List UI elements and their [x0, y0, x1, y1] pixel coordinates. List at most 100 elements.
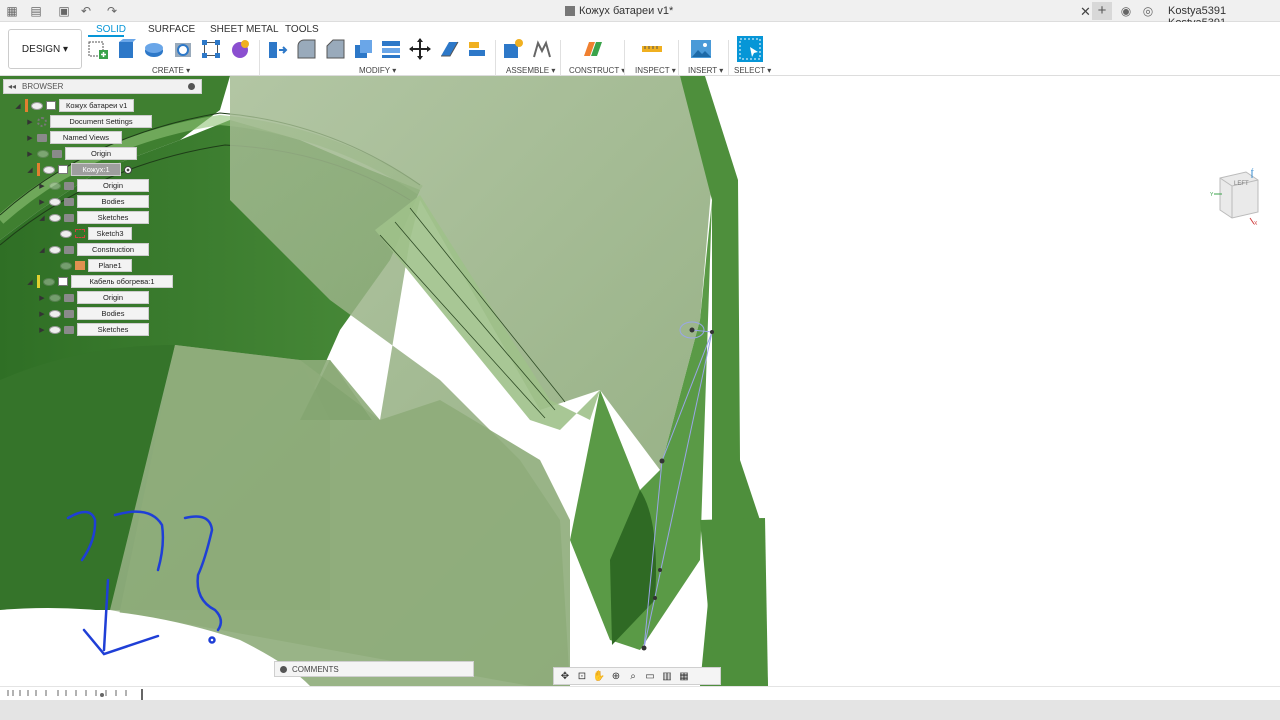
visibility-icon[interactable] — [49, 213, 61, 222]
viewports-icon[interactable]: ▦ — [677, 670, 691, 682]
expand-arrow-icon[interactable]: ▶ — [26, 134, 34, 142]
tree-node-construction[interactable]: ◢ Construction — [38, 243, 149, 256]
help-icon[interactable]: ◎ — [1140, 3, 1156, 19]
press-pull-icon[interactable] — [266, 38, 288, 60]
chamfer-icon[interactable] — [324, 38, 346, 60]
expand-arrow-icon[interactable]: ▶ — [26, 118, 34, 126]
model-canvas[interactable] — [0, 76, 1280, 686]
collapse-arrow-icon[interactable]: ◢ — [26, 278, 34, 286]
expand-arrow-icon[interactable]: ▶ — [38, 326, 46, 334]
create-sketch-icon[interactable] — [87, 38, 109, 60]
tree-node-sketch3[interactable]: Sketch3 — [60, 227, 132, 240]
expand-arrow-icon[interactable]: ▶ — [26, 150, 34, 158]
close-icon[interactable]: ✕ — [1080, 4, 1091, 20]
create-form-icon[interactable] — [229, 38, 251, 60]
zoom-icon[interactable]: ⊕ — [609, 670, 623, 682]
expand-arrow-icon[interactable]: ▶ — [38, 310, 46, 318]
tree-node-sketches[interactable]: ▶ Sketches — [38, 323, 149, 336]
job-status-icon[interactable]: ◉ — [1118, 3, 1134, 19]
combine-icon[interactable] — [380, 38, 402, 60]
undo-icon[interactable]: ↶ — [78, 3, 94, 19]
assemble-group-label[interactable]: ASSEMBLE ▾ — [506, 66, 555, 75]
visibility-icon[interactable] — [60, 229, 72, 238]
comments-panel[interactable]: COMMENTS — [274, 661, 474, 677]
visibility-icon[interactable] — [43, 277, 55, 286]
pattern-icon[interactable] — [200, 38, 222, 60]
tab-surface[interactable]: SURFACE — [148, 24, 195, 35]
sketch-point[interactable] — [659, 458, 665, 464]
document-tab[interactable]: Кожух батареи v1* — [565, 5, 673, 17]
tree-node-plane1[interactable]: Plane1 — [60, 259, 132, 272]
create-group-label[interactable]: CREATE ▾ — [152, 66, 190, 75]
activate-radio[interactable] — [124, 165, 132, 174]
offset-plane-icon[interactable] — [582, 38, 604, 60]
visibility-icon[interactable] — [49, 181, 61, 190]
visibility-icon[interactable] — [49, 325, 61, 334]
collapse-arrow-icon[interactable]: ◢ — [14, 102, 22, 110]
grid-settings-icon[interactable]: ▥ — [660, 670, 674, 682]
modify-group-label[interactable]: MODIFY ▾ — [359, 66, 396, 75]
sketch-point[interactable] — [641, 645, 647, 651]
canvas-viewport[interactable]: LEFT Z Y X — [0, 76, 1280, 686]
extrude-icon[interactable] — [115, 38, 137, 60]
shell-icon[interactable] — [352, 38, 374, 60]
visibility-icon[interactable] — [49, 309, 61, 318]
visibility-icon[interactable] — [49, 197, 61, 206]
tab-tools[interactable]: TOOLS — [285, 24, 319, 35]
collapse-arrow-icon[interactable]: ◢ — [38, 246, 46, 254]
tree-node-root[interactable]: ◢ Кожух батареи v1 — [14, 99, 135, 112]
comments-pin-icon[interactable] — [280, 665, 287, 673]
timeline-controls[interactable] — [6, 688, 166, 700]
timeline-bar[interactable] — [0, 686, 1280, 700]
redo-icon[interactable]: ↷ — [104, 3, 120, 19]
tab-solid[interactable]: SOLID — [96, 24, 126, 35]
sketch-point[interactable] — [710, 330, 714, 334]
tree-node-component-kabel[interactable]: ◢ Кабель обогрева:1 — [26, 275, 173, 288]
browser-header[interactable]: ◂◂ BROWSER — [3, 79, 202, 94]
tree-node-origin[interactable]: ▶ Origin — [38, 291, 149, 304]
measure-icon[interactable] — [641, 38, 663, 60]
tab-sheet-metal[interactable]: SHEET METAL — [210, 24, 279, 35]
construct-group-label[interactable]: CONSTRUCT ▾ — [569, 66, 625, 75]
grid-icon[interactable]: ▦ — [4, 3, 20, 19]
tree-node-bodies[interactable]: ▶ Bodies — [38, 195, 149, 208]
joint-icon[interactable] — [531, 38, 553, 60]
tree-node-origin[interactable]: ▶ Origin — [38, 179, 149, 192]
plus-icon[interactable]: + — [1092, 2, 1112, 20]
insert-image-icon[interactable] — [690, 38, 712, 60]
tree-node-component-kozhukh[interactable]: ◢ Кожух:1 — [26, 163, 132, 176]
tree-node-named-views[interactable]: ▶ Named Views — [26, 131, 122, 144]
revolve-icon[interactable] — [143, 38, 165, 60]
pan-icon[interactable]: ✋ — [592, 670, 606, 682]
fillet-icon[interactable] — [295, 38, 317, 60]
orbit-icon[interactable]: ✥ — [558, 670, 572, 682]
expand-arrow-icon[interactable]: ▶ — [38, 294, 46, 302]
align-icon[interactable] — [466, 38, 488, 60]
collapse-arrow-icon[interactable]: ◢ — [26, 166, 34, 174]
split-body-icon[interactable] — [438, 38, 460, 60]
hole-icon[interactable] — [172, 38, 194, 60]
sketch-point[interactable] — [689, 327, 695, 333]
collapse-icon[interactable]: ◂◂ — [8, 82, 16, 91]
pin-icon[interactable] — [188, 83, 195, 90]
tree-node-origin[interactable]: ▶ Origin — [26, 147, 137, 160]
expand-arrow-icon[interactable]: ▶ — [38, 198, 46, 206]
visibility-icon[interactable] — [31, 101, 43, 110]
look-at-icon[interactable]: ⊡ — [575, 670, 589, 682]
visibility-icon[interactable] — [49, 245, 61, 254]
zoom-window-icon[interactable]: ⌕ — [626, 670, 640, 682]
expand-arrow-icon[interactable]: ▶ — [38, 182, 46, 190]
tree-node-bodies[interactable]: ▶ Bodies — [38, 307, 149, 320]
sketch-point[interactable] — [658, 568, 662, 572]
tree-node-document-settings[interactable]: ▶ Document Settings — [26, 115, 152, 128]
tree-node-sketches[interactable]: ◢ Sketches — [38, 211, 149, 224]
view-cube[interactable]: LEFT Z Y X — [1210, 167, 1266, 227]
inspect-group-label[interactable]: INSPECT ▾ — [635, 66, 676, 75]
visibility-icon[interactable] — [43, 165, 55, 174]
display-settings-icon[interactable]: ▭ — [643, 670, 657, 682]
new-component-icon[interactable] — [502, 38, 524, 60]
visibility-icon[interactable] — [60, 261, 72, 270]
visibility-icon[interactable] — [49, 293, 61, 302]
collapse-arrow-icon[interactable]: ◢ — [38, 214, 46, 222]
visibility-icon[interactable] — [37, 149, 49, 158]
